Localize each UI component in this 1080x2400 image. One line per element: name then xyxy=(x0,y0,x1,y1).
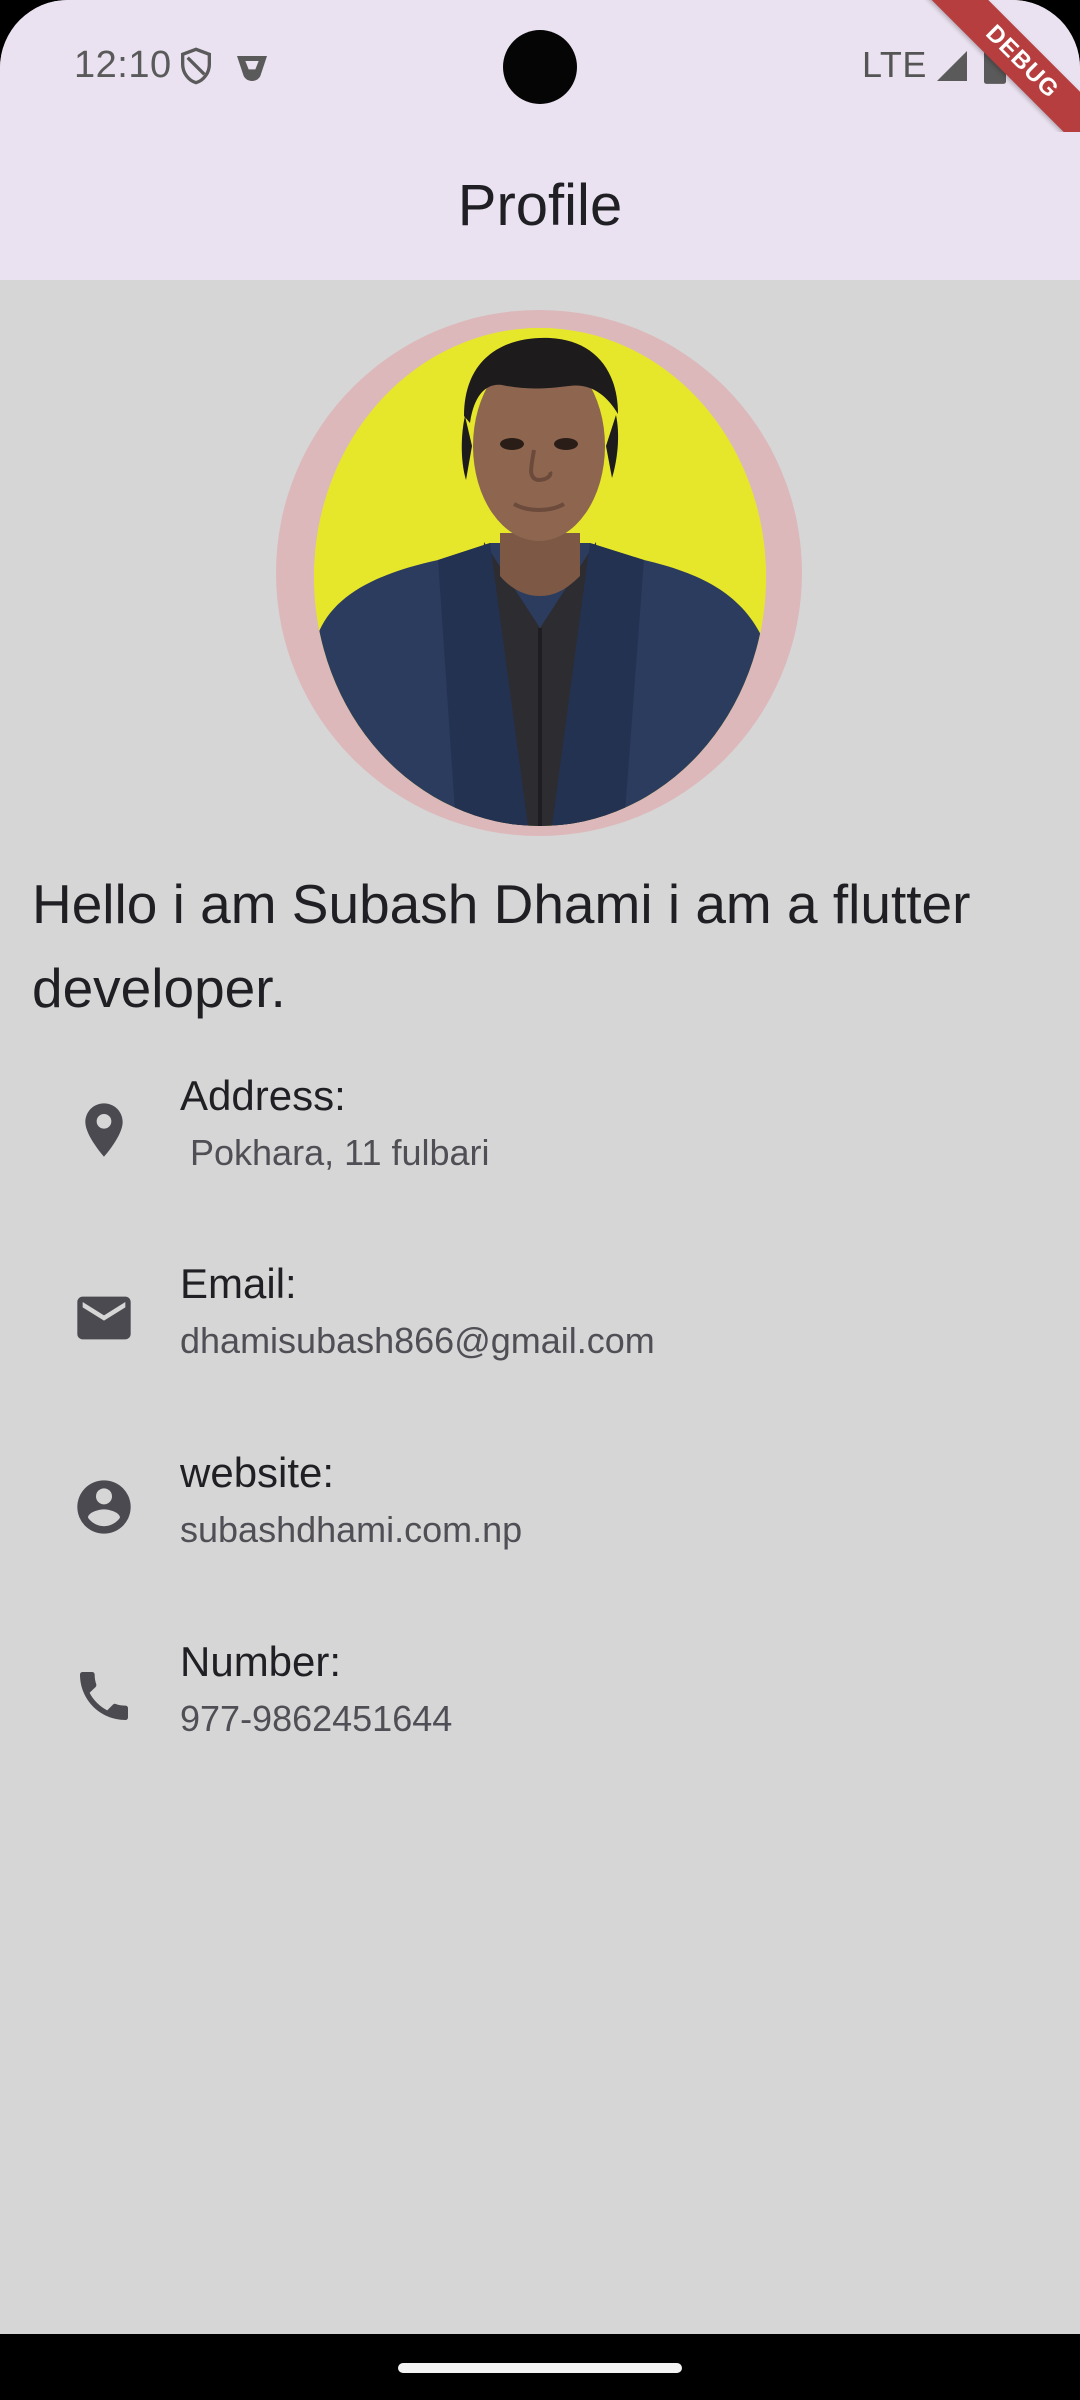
website-value: subashdhami.com.np xyxy=(180,1509,523,1550)
status-time: 12:10 xyxy=(74,44,172,86)
profile-photo xyxy=(314,328,766,826)
intro-text: Hello i am Subash Dhami i am a flutter d… xyxy=(32,873,971,1019)
app-bar: Profile xyxy=(0,132,1080,280)
number-row: Number: 977-9862451644 xyxy=(0,1628,1080,1758)
front-camera xyxy=(503,30,577,104)
vpn-key-icon xyxy=(237,56,267,81)
number-label: Number: xyxy=(180,1638,342,1685)
mail-icon xyxy=(77,1296,131,1340)
home-indicator[interactable] xyxy=(398,2363,682,2373)
page-title: Profile xyxy=(457,173,623,238)
status-bar: 12:10 LTE DEBUG xyxy=(0,0,1080,169)
number-value: 977-9862451644 xyxy=(180,1698,453,1739)
address-value: Pokhara, 11 fulbari xyxy=(180,1132,490,1173)
signal-icon xyxy=(937,51,967,81)
shield-icon xyxy=(181,47,211,85)
email-row: Email: dhamisubash866@gmail.com xyxy=(0,1250,1080,1380)
email-label: Email: xyxy=(180,1260,297,1307)
phone-icon xyxy=(80,1672,128,1720)
screen: 12:10 LTE DEBUG Profile Hello i am Subas… xyxy=(0,0,1080,2400)
profile-avatar xyxy=(314,328,766,826)
app-screen: 12:10 LTE DEBUG Profile Hello i am Subas… xyxy=(0,0,1080,2334)
website-label: website: xyxy=(180,1449,335,1496)
address-row: Address: Pokhara, 11 fulbari xyxy=(0,1062,1080,1192)
website-row: website: subashdhami.com.np xyxy=(0,1439,1080,1569)
location-pin-icon xyxy=(85,1103,123,1157)
email-value: dhamisubash866@gmail.com xyxy=(180,1320,655,1361)
network-type: LTE xyxy=(862,44,927,85)
account-circle-icon xyxy=(77,1480,131,1534)
address-label: Address: xyxy=(180,1072,346,1119)
